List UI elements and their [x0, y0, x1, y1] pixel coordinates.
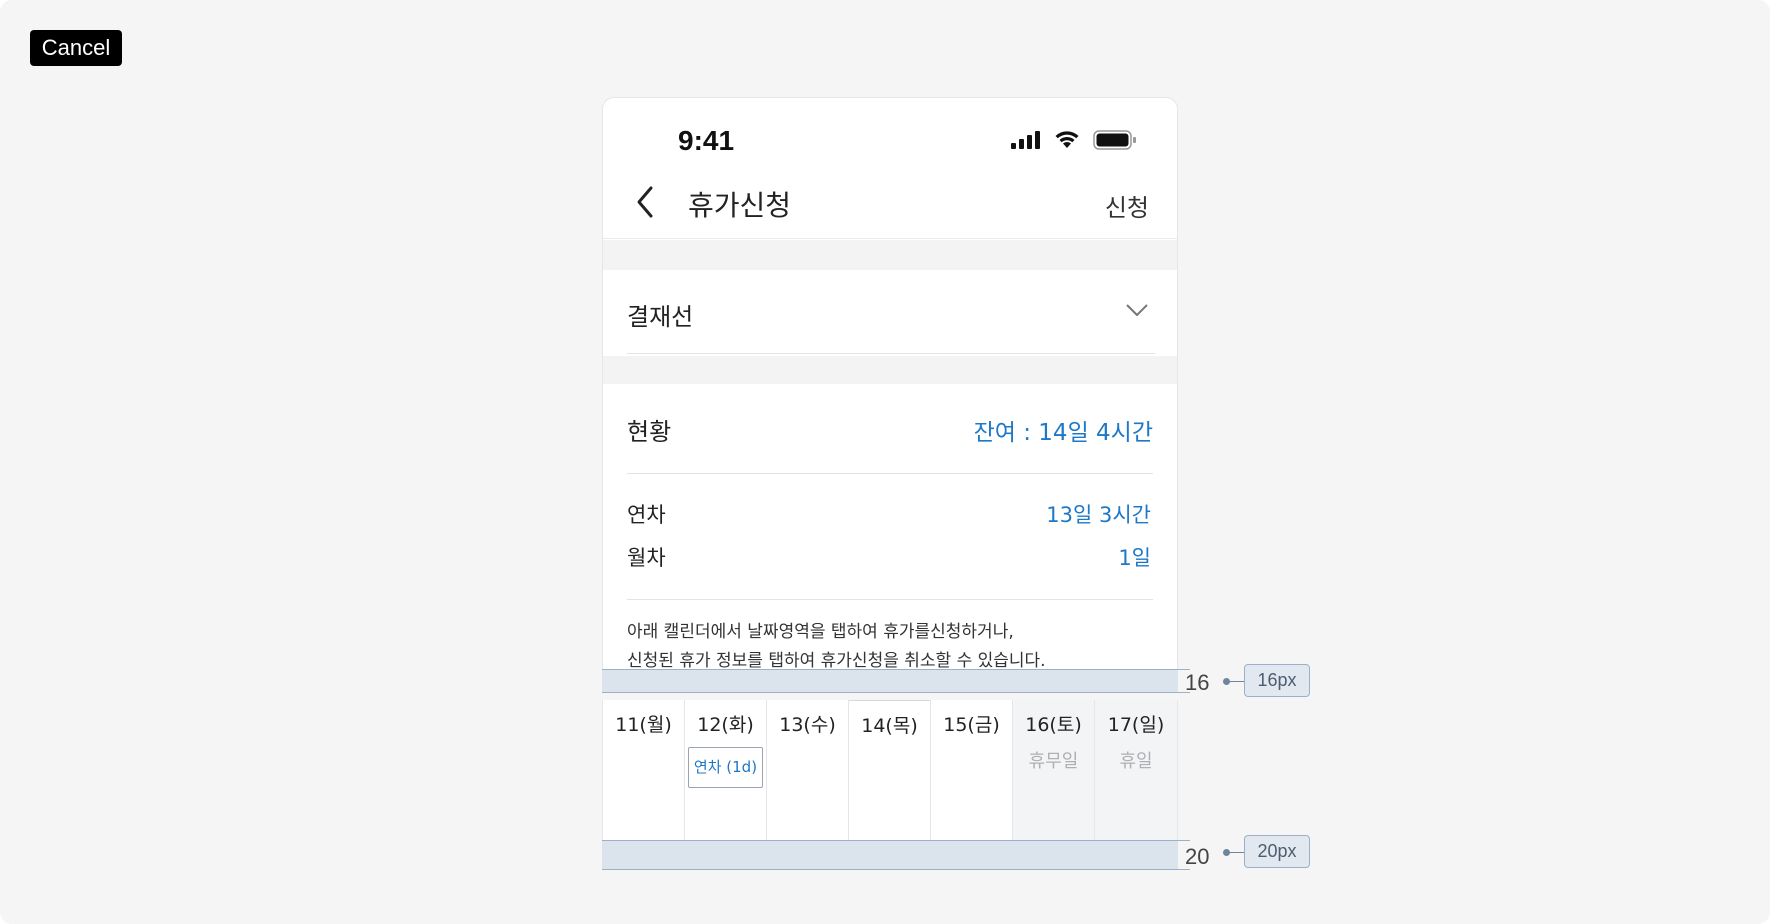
spacing-pointer-line: [1229, 681, 1245, 682]
calendar-day[interactable]: 15(금): [931, 700, 1013, 840]
week-calendar: 11(월) 12(화) 연차 (1d) 13(수) 14(목) 15(금) 16…: [602, 700, 1178, 840]
battery-icon: [1093, 130, 1136, 150]
monthly-leave-value: 1일: [1118, 546, 1151, 570]
calendar-day[interactable]: 11(월): [603, 700, 685, 840]
chevron-down-icon: [1126, 304, 1148, 316]
notice-line-1: 아래 캘린더에서 날짜영역을 탭하여 휴가를신청하거나,: [627, 622, 1014, 642]
calendar-day[interactable]: 17(일) 휴일: [1095, 700, 1177, 840]
remaining-value: 잔여 : 14일 4시간: [973, 420, 1153, 446]
monthly-leave-label: 월차: [627, 546, 666, 570]
spacing-band-bottom: [602, 840, 1178, 870]
calendar-day[interactable]: 13(수): [767, 700, 849, 840]
annual-leave-label: 연차: [627, 503, 666, 527]
section-gap: [603, 356, 1177, 384]
day-label: 15(금): [943, 714, 1000, 736]
divider: [627, 599, 1153, 600]
cancel-button[interactable]: Cancel: [30, 30, 122, 66]
signal-icon: [1011, 131, 1040, 149]
canvas: Cancel 9:41 휴가신청 신청 결재선 현황 잔여: 14일 4시간 …: [0, 0, 1770, 924]
day-label: 13(수): [779, 714, 836, 736]
calendar-day[interactable]: 16(토) 휴무일: [1013, 700, 1095, 840]
divider: [627, 473, 1153, 474]
wifi-icon: [1055, 131, 1079, 148]
status-label: 현황: [627, 418, 672, 446]
annual-leave-value: 13일 3시간: [1046, 503, 1151, 527]
day-status: 휴일: [1119, 751, 1153, 772]
spacing-guide: [1178, 840, 1190, 841]
page-title: 휴가신청: [688, 189, 792, 222]
back-arrow-icon[interactable]: [631, 182, 661, 222]
approval-line-dropdown[interactable]: 결재선: [603, 270, 1177, 354]
calendar-day[interactable]: 14(목): [849, 700, 931, 840]
spacing-band-top: [602, 669, 1178, 693]
spacing-value-bottom: 20: [1185, 844, 1210, 869]
notice-line-2: 신청된 휴가 정보를 탭하여 휴가신청을 취소할 수 있습니다.: [627, 651, 1046, 669]
status-bar: 9:41: [603, 98, 1177, 164]
day-label: 14(목): [861, 715, 918, 737]
day-label: 17(일): [1107, 714, 1165, 736]
leave-chip[interactable]: 연차 (1d): [688, 747, 763, 788]
status-time: 9:41: [678, 125, 735, 156]
spacing-tag-top: 16px: [1244, 664, 1310, 697]
phone-screen: 9:41 휴가신청 신청 결재선 현황 잔여: 14일 4시간 연차 13일 …: [602, 97, 1178, 669]
approval-label: 결재선: [627, 303, 694, 331]
section-gap: [603, 240, 1177, 270]
spacing-pointer-line: [1229, 852, 1245, 853]
spacing-value-top: 16: [1185, 670, 1210, 695]
nav-bar: 휴가신청 신청: [603, 164, 1177, 239]
day-label: 11(월): [615, 714, 672, 736]
notice-text: 아래 캘린더에서 날짜영역을 탭하여 휴가를신청하거나, 신청된 휴가 정보를 …: [627, 618, 1147, 669]
divider: [627, 353, 1155, 354]
spacing-tag-bottom: 20px: [1244, 835, 1310, 868]
calendar-day[interactable]: 12(화) 연차 (1d): [685, 700, 767, 840]
day-label: 16(토): [1025, 714, 1082, 736]
day-label: 12(화): [697, 714, 754, 736]
day-status: 휴무일: [1028, 751, 1079, 772]
status-row: 현황 잔여 : 14일 4시간: [603, 384, 1177, 471]
apply-button[interactable]: 신청: [1105, 188, 1149, 223]
